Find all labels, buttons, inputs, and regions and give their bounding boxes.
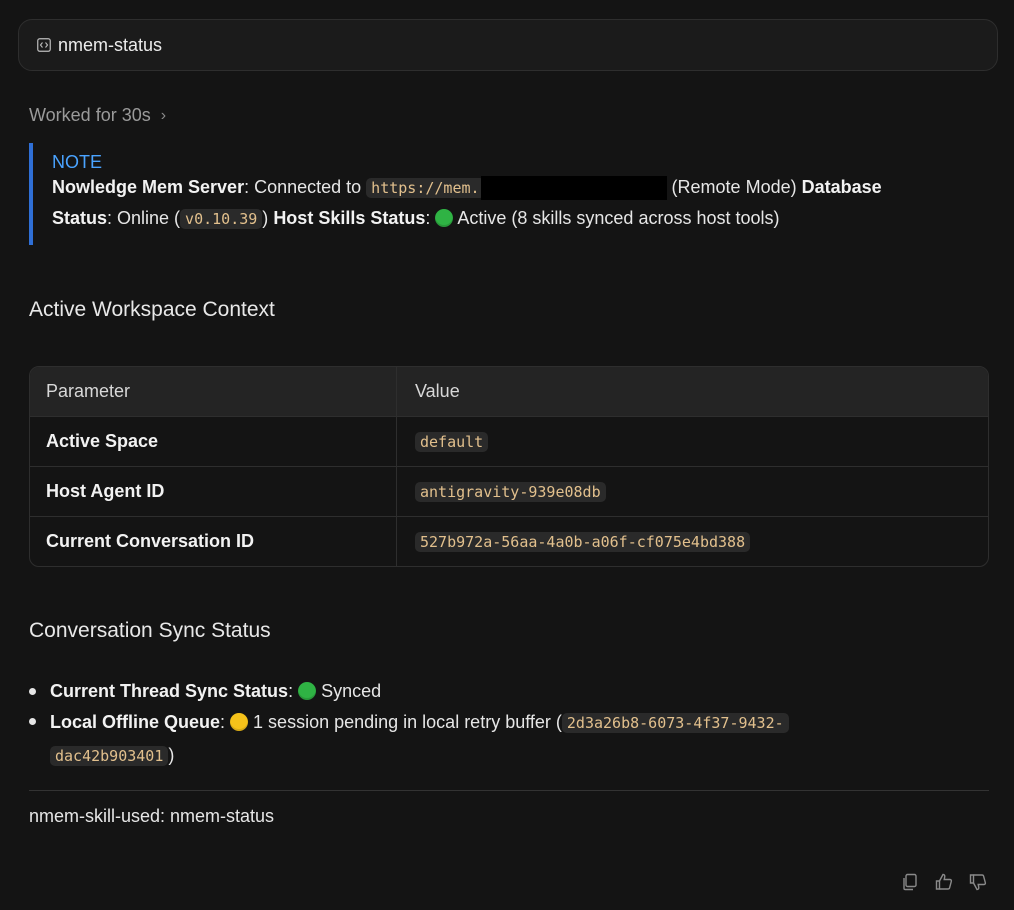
sync-heading: Conversation Sync Status (29, 619, 271, 642)
queue-session-id-part1: 2d3a26b8-6073-4f37-9432- (561, 713, 789, 733)
host-skills-label: Host Skills Status (273, 208, 426, 228)
green-circle-icon (298, 682, 317, 700)
table-row: Current Conversation ID 527b972a-56aa-4a… (30, 516, 988, 566)
table-row: Active Space default (30, 416, 988, 466)
column-header-value: Value (415, 381, 460, 401)
thumbs-down-icon[interactable] (968, 872, 988, 892)
host-skills-text: Active (8 skills synced across host tool… (453, 208, 780, 228)
note-line-1: Nowledge Mem Server: Connected to https:… (52, 176, 882, 200)
skill-title: nmem-status (58, 34, 163, 55)
database-label-part1: Database (801, 176, 882, 197)
queue-sep: : (220, 712, 231, 732)
db-version: v0.10.39 (180, 209, 263, 229)
skill-used-text: nmem-skill-used: nmem-status (29, 806, 275, 826)
offline-queue-text: 1 session pending in local retry buffer … (248, 712, 562, 732)
code-file-icon (37, 38, 51, 52)
workspace-table: Parameter Value Active Space default Hos… (29, 366, 989, 567)
db-status-text: : Online ( (107, 208, 181, 228)
value-cell: 527b972a-56aa-4a0b-a06f-cf075e4bd388 (415, 531, 751, 552)
workspace-heading: Active Workspace Context (29, 298, 275, 321)
skill-header[interactable]: nmem-status (18, 19, 998, 71)
sync-status-list: Current Thread Sync Status: Synced Local… (29, 676, 969, 772)
thread-sep: : (288, 681, 299, 701)
value-cell: antigravity-939e08db (415, 481, 606, 502)
note-callout: NOTE Nowledge Mem Server: Connected to h… (29, 143, 959, 245)
column-header-parameter: Parameter (30, 367, 397, 416)
remote-mode-text: (Remote Mode) (666, 176, 802, 197)
queue-close: ) (168, 745, 175, 765)
thread-sync-label: Current Thread Sync Status (50, 681, 289, 701)
host-sep: : (425, 208, 436, 228)
thread-sync-value: Synced (316, 681, 382, 701)
chevron-right-icon: › (160, 106, 167, 124)
copy-icon[interactable] (900, 872, 920, 892)
message-actions (900, 872, 988, 892)
param-cell: Host Agent ID (46, 481, 165, 501)
value-cell: default (415, 431, 489, 452)
list-item: Current Thread Sync Status: Synced (29, 676, 969, 706)
database-label-part2: Status (52, 208, 108, 228)
note-line-2: Status: Online (v0.10.39) Host Skills St… (52, 208, 780, 229)
table-row: Host Agent ID antigravity-939e08db (30, 466, 988, 516)
queue-session-id-part2: dac42b903401 (50, 746, 169, 766)
param-cell: Active Space (46, 431, 159, 451)
worked-duration-toggle[interactable]: Worked for 30s › (29, 105, 166, 126)
offline-queue-label: Local Offline Queue (50, 712, 221, 732)
green-circle-icon (435, 209, 454, 227)
thumbs-up-icon[interactable] (934, 872, 954, 892)
note-title: NOTE (52, 152, 103, 172)
param-cell: Current Conversation ID (46, 531, 255, 551)
server-label: Nowledge Mem Server (52, 176, 245, 197)
worked-label: Worked for 30s (29, 105, 151, 125)
yellow-circle-icon (230, 713, 249, 731)
server-text: : Connected to (244, 176, 367, 197)
server-url: https://mem. (366, 177, 485, 198)
close-paren: ) (262, 208, 269, 228)
redaction-box (480, 176, 667, 200)
list-item: Local Offline Queue: 1 session pending i… (29, 706, 969, 772)
divider (29, 790, 989, 791)
table-header-row: Parameter Value (30, 367, 988, 416)
